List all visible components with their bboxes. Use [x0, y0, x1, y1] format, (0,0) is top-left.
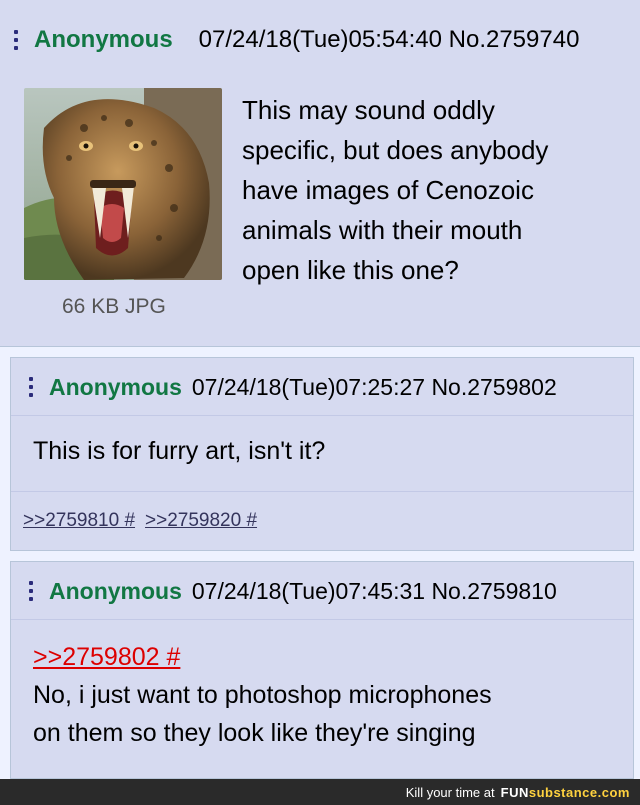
watermark-footer: Kill your time at FUNsubstance.com	[0, 779, 640, 805]
message-line: No, i just want to photoshop microphones	[33, 681, 492, 709]
reply-post: Anonymous 07/24/18(Tue)07:25:27 No.27598…	[10, 357, 634, 551]
post-header: Anonymous 07/24/18(Tue)07:25:27 No.27598…	[29, 372, 633, 402]
post-number[interactable]: No.2759810	[431, 578, 556, 605]
site-logo: FUNsubstance.com	[500, 784, 630, 800]
header-divider	[11, 619, 633, 620]
message-line: have images of Cenozoic	[242, 175, 534, 205]
message-line: specific, but does anybody	[242, 135, 549, 165]
post-header: Anonymous 07/24/18(Tue)07:45:31 No.27598…	[29, 576, 633, 606]
post-menu-icon[interactable]	[14, 30, 18, 50]
post-message: >>2759802 # No, i just want to photoshop…	[33, 638, 492, 752]
post-menu-icon[interactable]	[29, 377, 33, 397]
post-datetime: 07/24/18(Tue)07:45:31	[191, 577, 426, 604]
backlink[interactable]: >>2759820 #	[145, 510, 257, 532]
post-number[interactable]: No.2759802	[431, 374, 556, 401]
poster-name: Anonymous	[34, 26, 173, 53]
message-line: on them so they look like they're singin…	[33, 719, 476, 747]
op-post: Anonymous 07/24/18(Tue)05:54:40 No.27597…	[0, 0, 640, 347]
quote-link[interactable]: >>2759802 #	[33, 643, 180, 671]
post-datetime: 07/24/18(Tue)07:25:27	[191, 373, 426, 400]
poster-name: Anonymous	[49, 373, 182, 400]
post-message: This is for furry art, isn't it?	[33, 437, 326, 465]
post-message: This may sound oddly specific, but does …	[242, 90, 632, 290]
post-menu-icon[interactable]	[29, 581, 33, 601]
sabertooth-image	[24, 88, 222, 280]
message-line: This may sound oddly	[242, 95, 495, 125]
post-datetime: 07/24/18(Tue)05:54:40	[198, 26, 442, 53]
footer-caption: Kill your time at	[405, 784, 495, 800]
reply-post: Anonymous 07/24/18(Tue)07:45:31 No.27598…	[10, 561, 634, 779]
backlink[interactable]: >>2759810 #	[23, 510, 135, 532]
post-number[interactable]: No.2759740	[449, 26, 580, 54]
image-file-info: 66 KB JPG	[62, 295, 166, 318]
post-header: Anonymous 07/24/18(Tue)05:54:40 No.27597…	[14, 26, 640, 54]
header-divider	[11, 415, 633, 416]
message-line: animals with their mouth	[242, 215, 523, 245]
poster-name: Anonymous	[49, 577, 182, 604]
backlinks: >>2759810 # >>2759820 #	[11, 491, 633, 550]
message-line: open like this one?	[242, 255, 459, 285]
post-image-thumbnail[interactable]	[24, 88, 222, 280]
